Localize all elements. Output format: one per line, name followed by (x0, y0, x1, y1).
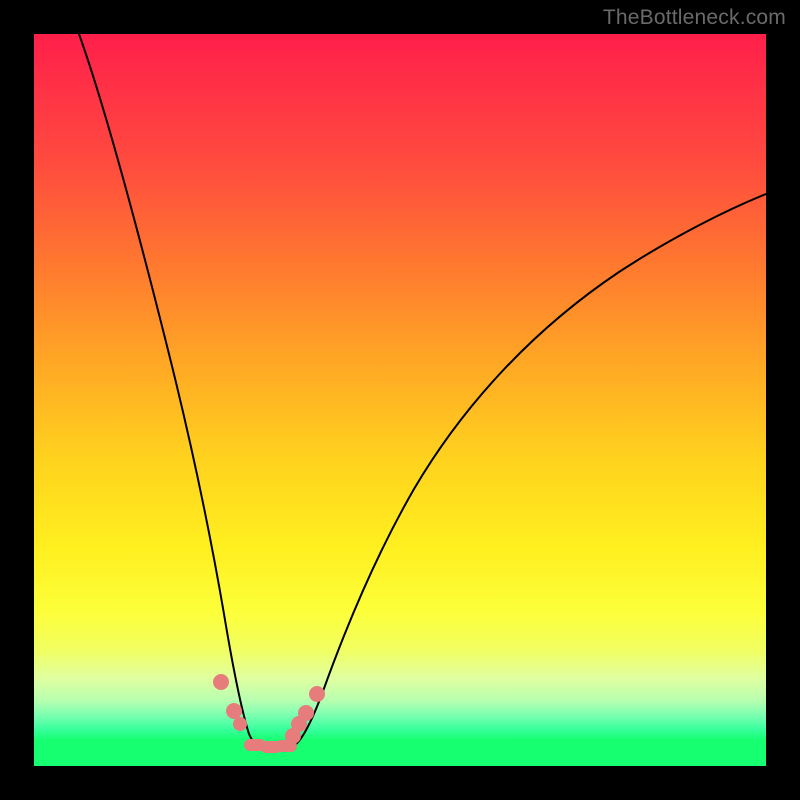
marker-dot (226, 703, 242, 719)
marker-dot (233, 717, 247, 731)
valley-markers (213, 674, 325, 753)
curve-svg (34, 34, 766, 766)
marker-dot (298, 705, 314, 721)
plot-area (34, 34, 766, 766)
marker-dot (309, 686, 325, 702)
bottleneck-curve (79, 34, 766, 749)
watermark-text: TheBottleneck.com (603, 6, 786, 30)
chart-frame: TheBottleneck.com (0, 0, 800, 800)
marker-dot (213, 674, 229, 690)
